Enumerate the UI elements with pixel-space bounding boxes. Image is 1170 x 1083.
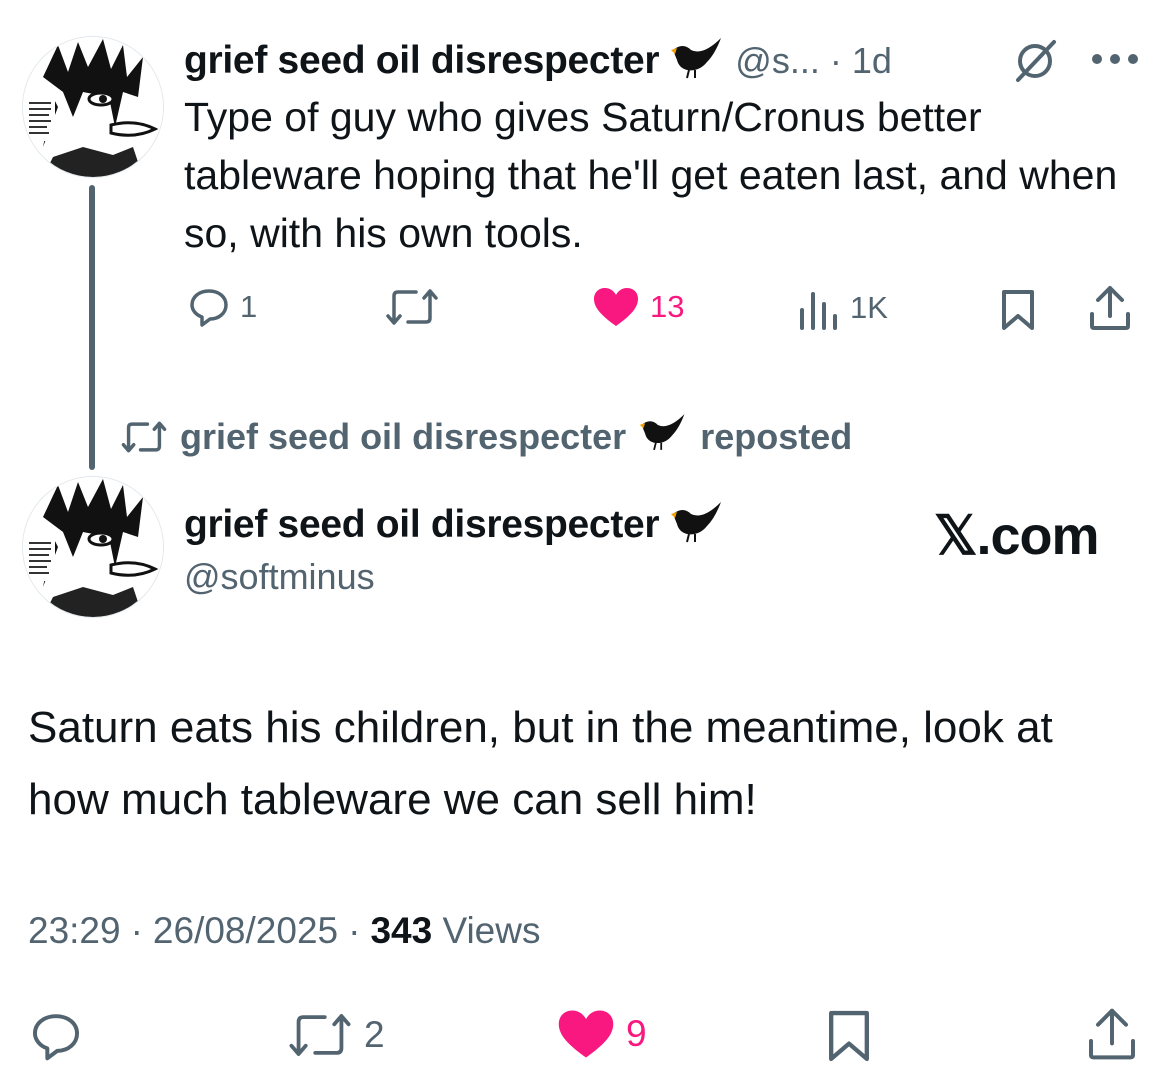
share-icon: [1090, 286, 1130, 330]
handle[interactable]: @s...: [735, 40, 820, 82]
brand-watermark: 𝕏.com: [934, 506, 1100, 566]
reply-icon: [32, 1014, 80, 1061]
analytics-icon: [800, 292, 837, 330]
repost-button[interactable]: 2: [286, 1010, 385, 1060]
bookmark-icon: [829, 1010, 869, 1062]
like-count: 13: [650, 289, 685, 324]
tweet-text: Type of guy who gives Saturn/Cronus bett…: [184, 94, 1118, 256]
grok-icon[interactable]: [1012, 38, 1058, 89]
bookmark-button[interactable]: [1000, 288, 1036, 337]
repost-icon: [121, 421, 167, 452]
time-ago[interactable]: 1d: [852, 40, 892, 82]
reply-count: 1: [240, 289, 258, 324]
more-icon[interactable]: [1090, 52, 1140, 71]
repost-count: 2: [364, 1014, 385, 1055]
repost-button[interactable]: [384, 286, 450, 328]
repost-banner-name[interactable]: grief seed oil disrespecter: [180, 416, 626, 458]
views-count: 343: [370, 910, 433, 951]
reply-button[interactable]: 1: [188, 286, 257, 328]
tweet-date[interactable]: 26/08/2025: [153, 910, 338, 952]
heart-icon: [594, 288, 638, 326]
share-button[interactable]: [1088, 284, 1132, 337]
dot-separator: ·: [130, 910, 143, 951]
views-stat[interactable]: 343 Views: [370, 910, 540, 952]
author-name[interactable]: grief seed oil disrespecter: [184, 39, 660, 83]
bookmark-button[interactable]: [826, 1008, 872, 1069]
views-count: 1K: [850, 290, 888, 325]
heart-icon: [558, 1010, 614, 1058]
repost-banner-label: reposted: [700, 415, 853, 457]
avatar[interactable]: [22, 36, 164, 178]
tweet-time[interactable]: 23:29: [28, 910, 121, 952]
handle[interactable]: @softminus: [184, 556, 375, 598]
thread-line: [89, 185, 95, 470]
tweet-header: grief seed oil disrespecter: [184, 500, 725, 549]
author-name[interactable]: grief seed oil disrespecter: [184, 503, 660, 547]
like-button[interactable]: 9: [556, 1008, 647, 1060]
bookmark-icon: [1002, 290, 1034, 330]
dot-separator: ·: [348, 910, 361, 951]
views-label: Views: [442, 910, 541, 951]
blackbird-icon: [669, 36, 725, 85]
like-button[interactable]: 13: [592, 286, 684, 328]
like-count: 9: [626, 1013, 647, 1054]
share-icon: [1089, 1008, 1135, 1060]
repost-icon: [289, 1014, 351, 1056]
repost-banner: grief seed oil disrespecter reposted: [120, 412, 852, 461]
reply-button[interactable]: [28, 1010, 84, 1067]
tweet-timestamp: 23:29 · 26/08/2025 · 343 Views: [28, 910, 540, 952]
dot-separator: ·: [829, 39, 842, 81]
share-button[interactable]: [1086, 1006, 1138, 1067]
blackbird-icon: [669, 500, 725, 549]
views-button[interactable]: 1K: [796, 286, 888, 330]
tweet-text: Saturn eats his children, but in the mea…: [28, 703, 1053, 824]
blackbird-icon: [638, 412, 688, 461]
repost-icon: [386, 289, 438, 325]
avatar[interactable]: [22, 476, 164, 618]
tweet-header: grief seed oil disrespecter @s... · 1d: [184, 36, 892, 85]
reply-icon: [190, 289, 228, 327]
